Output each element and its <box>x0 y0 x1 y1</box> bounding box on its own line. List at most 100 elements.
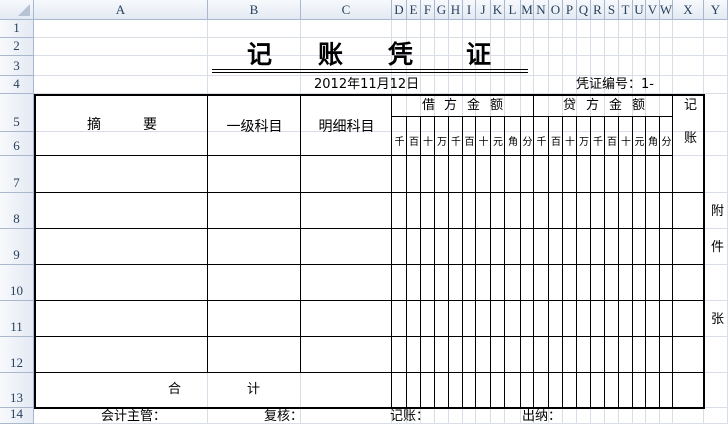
credit-unit-0: 千 <box>536 136 547 148</box>
border-line <box>659 116 660 407</box>
voucher-title-char-1: 记 <box>247 40 273 69</box>
column-header-e[interactable]: E <box>407 0 421 20</box>
border-line <box>448 116 449 407</box>
debit-unit-0: 千 <box>394 136 405 148</box>
voucher-title-char-4: 证 <box>466 40 492 69</box>
border-line <box>533 94 534 407</box>
column-header-s[interactable]: S <box>605 0 619 20</box>
column-header-n[interactable]: N <box>534 0 549 20</box>
voucher-number: 凭证编号：1- <box>576 77 654 92</box>
gridline-horizontal <box>34 55 728 56</box>
row-header-13[interactable]: 13 <box>0 373 34 408</box>
column-header-m[interactable]: M <box>521 0 534 20</box>
row-header-1[interactable]: 1 <box>0 20 34 38</box>
column-header-w[interactable]: W <box>660 0 673 20</box>
border-line <box>34 94 36 409</box>
border-line <box>548 116 549 407</box>
column-header-o[interactable]: O <box>549 0 563 20</box>
row-header-2[interactable]: 2 <box>0 38 34 56</box>
border-line <box>34 155 391 156</box>
gridline-horizontal <box>34 75 728 76</box>
total-label-char-1: 合 <box>168 382 182 397</box>
border-line <box>534 116 672 117</box>
border-line <box>604 116 605 407</box>
row-header-12[interactable]: 12 <box>0 337 34 373</box>
credit-header-char-4: 额 <box>632 98 646 113</box>
border-line <box>207 94 208 372</box>
column-header-v[interactable]: V <box>646 0 660 20</box>
row-header-14[interactable]: 14 <box>0 406 34 424</box>
column-header-c[interactable]: C <box>301 0 392 20</box>
border-line <box>300 94 301 372</box>
credit-unit-4: 千 <box>593 136 603 148</box>
border-line <box>504 116 505 407</box>
credit-unit-3: 万 <box>579 136 589 148</box>
level1-subject-header: 一级科目 <box>226 118 283 135</box>
credit-header-char-1: 贷 <box>563 98 577 113</box>
posted-header-char-2: 账 <box>684 131 698 146</box>
debit-unit-6: 十 <box>478 136 489 148</box>
column-header-h[interactable]: H <box>449 0 463 20</box>
column-header-i[interactable]: I <box>463 0 476 20</box>
border-line <box>618 116 619 407</box>
select-all-triangle-icon <box>18 4 30 16</box>
border-line <box>391 94 392 407</box>
column-header-g[interactable]: G <box>435 0 449 20</box>
border-line <box>672 94 673 407</box>
signature-cashier: 出纳： <box>522 409 562 424</box>
border-line <box>520 116 521 407</box>
row-header-7[interactable]: 7 <box>0 156 34 193</box>
column-header-x[interactable]: X <box>673 0 704 20</box>
credit-unit-6: 十 <box>621 136 631 148</box>
column-header-u[interactable]: U <box>633 0 646 20</box>
debit-unit-4: 千 <box>451 136 461 148</box>
border-line <box>420 116 421 407</box>
row-header-11[interactable]: 11 <box>0 301 34 337</box>
attachment-char-2: 件 <box>711 240 725 255</box>
debit-unit-2: 十 <box>423 136 433 148</box>
signature-reviewer: 复核： <box>264 409 304 424</box>
border-line <box>462 116 463 407</box>
row-header-10[interactable]: 10 <box>0 265 34 301</box>
title-underline-lower <box>212 72 528 73</box>
border-line <box>703 94 705 409</box>
border-line <box>632 116 633 407</box>
select-all-corner[interactable] <box>0 0 34 20</box>
debit-header-char-1: 借 <box>422 98 436 113</box>
signature-bookkeeper: 记账： <box>390 409 430 424</box>
column-header-a[interactable]: A <box>34 0 208 20</box>
column-header-q[interactable]: Q <box>577 0 591 20</box>
row-header-8[interactable]: 8 <box>0 193 34 229</box>
total-label-char-2: 计 <box>247 382 261 397</box>
debit-unit-7: 元 <box>493 136 503 148</box>
summary-header-char-2: 要 <box>143 117 157 133</box>
credit-unit-2: 十 <box>565 136 575 148</box>
spreadsheet: ABCDEFGHIJKLMNOPQRSTUVWXY 1 2 3 4 5 6 7 8 9 10 11 1… <box>0 0 728 424</box>
debit-unit-8: 角 <box>508 136 518 148</box>
column-header-f[interactable]: F <box>421 0 435 20</box>
column-header-d[interactable]: D <box>392 0 407 20</box>
row-header-3[interactable]: 3 <box>0 56 34 76</box>
column-header-j[interactable]: J <box>476 0 491 20</box>
debit-unit-3: 万 <box>437 136 447 148</box>
signature-accounting-supervisor: 会计主管： <box>101 409 167 424</box>
credit-unit-5: 百 <box>607 136 617 148</box>
row-header-4[interactable]: 4 <box>0 76 34 94</box>
row-header-6[interactable]: 6 <box>0 132 34 156</box>
title-underline-upper <box>212 69 528 70</box>
column-header-k[interactable]: K <box>491 0 505 20</box>
border-line <box>645 116 646 407</box>
attachment-char-3: 张 <box>711 312 725 327</box>
border-line <box>34 407 704 409</box>
row-header-9[interactable]: 9 <box>0 229 34 265</box>
border-line <box>590 116 591 407</box>
border-line <box>490 116 491 407</box>
column-header-b[interactable]: B <box>208 0 301 20</box>
row-header-5[interactable]: 5 <box>0 94 34 132</box>
column-header-p[interactable]: P <box>563 0 577 20</box>
border-line <box>406 116 407 407</box>
column-header-t[interactable]: T <box>619 0 633 20</box>
column-header-r[interactable]: R <box>591 0 605 20</box>
column-header-y[interactable]: Y <box>704 0 728 20</box>
column-header-l[interactable]: L <box>505 0 521 20</box>
